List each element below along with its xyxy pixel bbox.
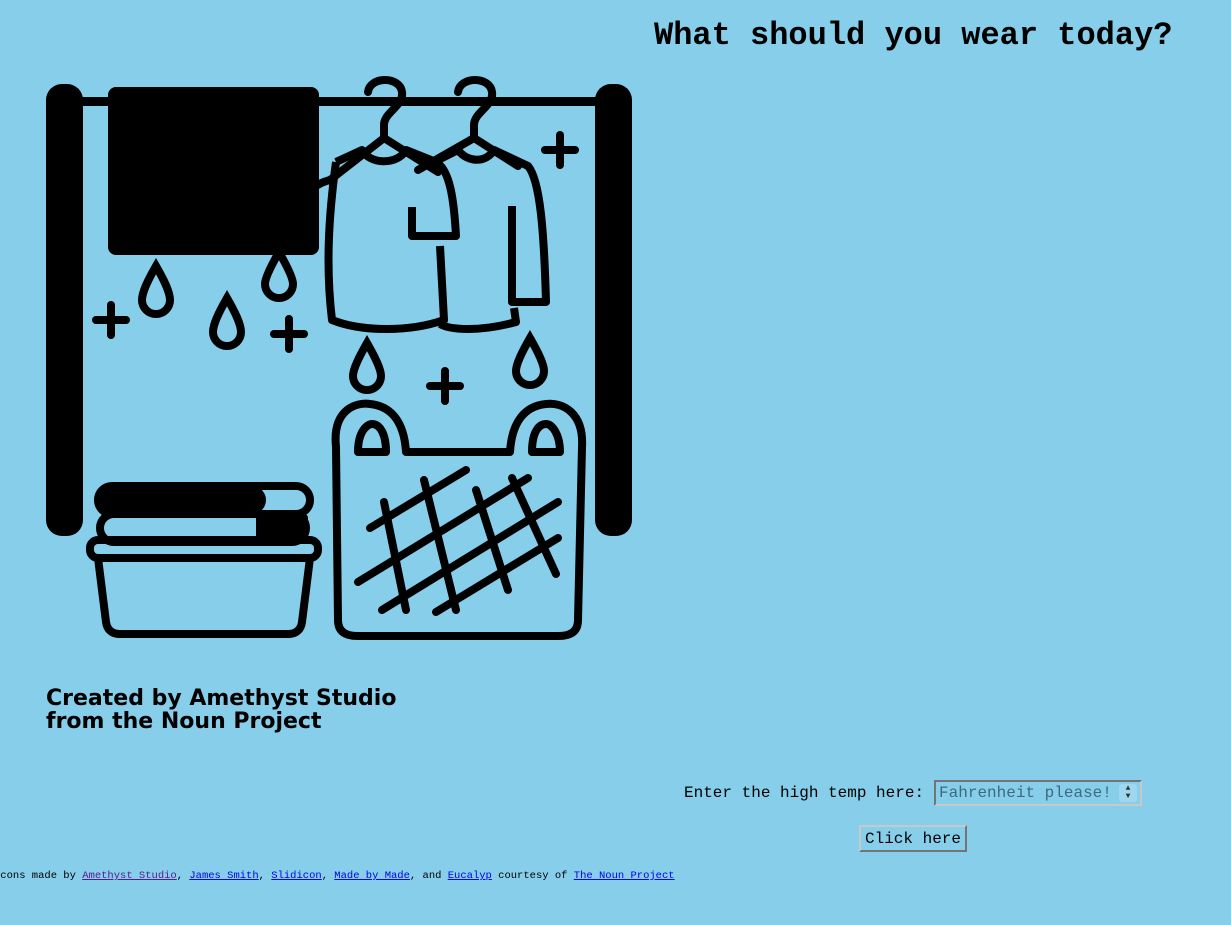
link-james-smith[interactable]: James Smith — [189, 870, 258, 882]
footer-prefix: Icons made by — [0, 870, 83, 882]
attribution-footer: Icons made by Amethyst Studio, James Smi… — [0, 870, 675, 882]
credit-line-1: Created by Amethyst Studio — [46, 686, 397, 711]
credit-line-2: from the Noun Project — [46, 709, 322, 734]
link-slidicon[interactable]: Slidicon — [271, 870, 321, 882]
link-eucalyp[interactable]: Eucalyp — [448, 870, 492, 882]
temperature-form: Enter the high temp here: Fahrenheit ple… — [684, 780, 1143, 806]
footer-courtesy: courtesy of — [491, 870, 574, 882]
footer-separator: , — [258, 870, 272, 882]
temperature-input[interactable]: Fahrenheit please! ▲ ▼ — [934, 780, 1143, 806]
submit-button[interactable]: Click here — [859, 825, 967, 852]
footer-separator: , — [176, 870, 190, 882]
illustration-credit: Created by Amethyst Studio from the Noun… — [46, 687, 396, 733]
page-title: What should you wear today? — [654, 17, 1173, 54]
laundry-icon — [46, 76, 632, 640]
number-spinner-icon[interactable]: ▲ ▼ — [1119, 784, 1138, 802]
temperature-input-placeholder: Fahrenheit please! — [939, 784, 1112, 802]
footer-separator: , and — [409, 870, 448, 882]
link-noun-project[interactable]: The Noun Project — [574, 870, 675, 882]
footer-separator: , — [321, 870, 335, 882]
link-made-by-made[interactable]: Made by Made — [334, 870, 410, 882]
link-amethyst-studio[interactable]: Amethyst Studio — [82, 870, 177, 882]
temperature-label: Enter the high temp here: — [684, 784, 925, 802]
